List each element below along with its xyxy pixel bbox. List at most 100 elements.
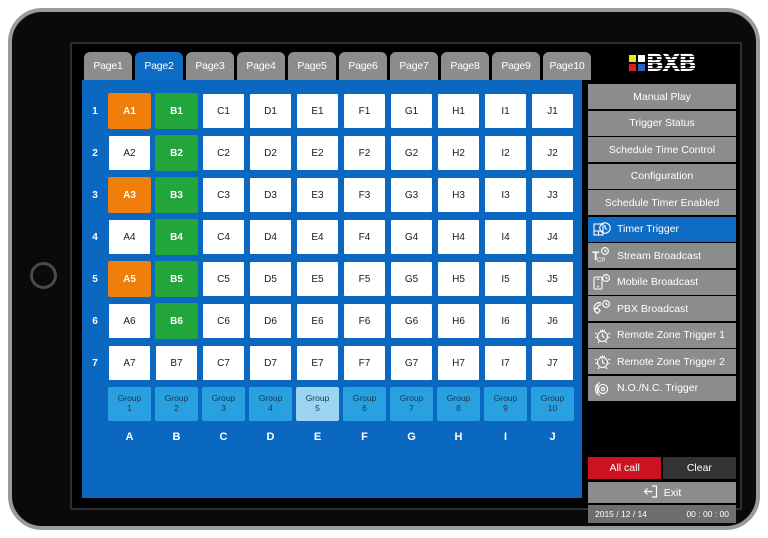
zone-cell-i4[interactable]: I4	[484, 219, 527, 255]
zone-cell-a3[interactable]: A3	[108, 177, 151, 213]
zone-cell-j7[interactable]: J7	[531, 345, 574, 381]
zone-cell-d7[interactable]: D7	[249, 345, 292, 381]
group-button-1[interactable]: Group 1	[108, 387, 151, 421]
zone-cell-f6[interactable]: F6	[343, 303, 386, 339]
zone-cell-j1[interactable]: J1	[531, 93, 574, 129]
menu-item-schedule-time-control[interactable]: Schedule Time Control	[588, 137, 736, 162]
zone-cell-i1[interactable]: I1	[484, 93, 527, 129]
all-call-button[interactable]: All call	[588, 457, 662, 479]
zone-cell-d4[interactable]: D4	[249, 219, 292, 255]
page-tab-10[interactable]: Page10	[543, 52, 591, 80]
zone-cell-h3[interactable]: H3	[437, 177, 480, 213]
page-tab-2[interactable]: Page2	[135, 52, 183, 80]
zone-cell-g1[interactable]: G1	[390, 93, 433, 129]
zone-cell-a6[interactable]: A6	[108, 303, 151, 339]
menu-item-remote-zone-trigger-1[interactable]: Remote Zone Trigger 1	[588, 322, 736, 348]
group-button-9[interactable]: Group 9	[484, 387, 527, 421]
zone-cell-a5[interactable]: A5	[108, 261, 151, 297]
zone-cell-e4[interactable]: E4	[296, 219, 339, 255]
zone-cell-a7[interactable]: A7	[108, 345, 151, 381]
zone-cell-c3[interactable]: C3	[202, 177, 245, 213]
zone-cell-b4[interactable]: B4	[155, 219, 198, 255]
zone-cell-d6[interactable]: D6	[249, 303, 292, 339]
page-tab-9[interactable]: Page9	[492, 52, 540, 80]
zone-cell-c2[interactable]: C2	[202, 135, 245, 171]
page-tab-5[interactable]: Page5	[288, 52, 336, 80]
zone-cell-i7[interactable]: I7	[484, 345, 527, 381]
group-button-6[interactable]: Group 6	[343, 387, 386, 421]
page-tab-6[interactable]: Page6	[339, 52, 387, 80]
zone-cell-i6[interactable]: I6	[484, 303, 527, 339]
zone-cell-c5[interactable]: C5	[202, 261, 245, 297]
zone-cell-h6[interactable]: H6	[437, 303, 480, 339]
menu-item-remote-zone-trigger-2[interactable]: Remote Zone Trigger 2	[588, 349, 736, 374]
clear-button[interactable]: Clear	[662, 457, 736, 479]
zone-cell-g4[interactable]: G4	[390, 219, 433, 255]
menu-item-manual-play[interactable]: Manual Play	[588, 84, 736, 109]
zone-cell-g2[interactable]: G2	[390, 135, 433, 171]
exit-button[interactable]: Exit	[588, 482, 736, 503]
page-tab-4[interactable]: Page4	[237, 52, 285, 80]
group-button-5[interactable]: Group 5	[296, 387, 339, 421]
menu-item-schedule-timer-enabled[interactable]: Schedule Timer Enabled	[588, 190, 736, 215]
page-tab-3[interactable]: Page3	[186, 52, 234, 80]
zone-cell-h5[interactable]: H5	[437, 261, 480, 297]
zone-cell-b1[interactable]: B1	[155, 93, 198, 129]
zone-cell-g6[interactable]: G6	[390, 303, 433, 339]
zone-cell-j5[interactable]: J5	[531, 261, 574, 297]
zone-cell-e2[interactable]: E2	[296, 135, 339, 171]
zone-cell-b7[interactable]: B7	[155, 345, 198, 381]
menu-item-n-o-n-c-trigger[interactable]: N.O./N.C. Trigger	[588, 375, 736, 401]
zone-cell-i3[interactable]: I3	[484, 177, 527, 213]
menu-item-trigger-status[interactable]: Trigger Status	[588, 110, 736, 136]
zone-cell-f5[interactable]: F5	[343, 261, 386, 297]
zone-cell-a2[interactable]: A2	[108, 135, 151, 171]
zone-cell-h1[interactable]: H1	[437, 93, 480, 129]
zone-cell-h2[interactable]: H2	[437, 135, 480, 171]
zone-cell-e3[interactable]: E3	[296, 177, 339, 213]
zone-cell-h4[interactable]: H4	[437, 219, 480, 255]
zone-cell-c6[interactable]: C6	[202, 303, 245, 339]
group-button-7[interactable]: Group 7	[390, 387, 433, 421]
zone-cell-e5[interactable]: E5	[296, 261, 339, 297]
menu-item-pbx-broadcast[interactable]: PBX Broadcast	[588, 296, 736, 321]
zone-cell-d1[interactable]: D1	[249, 93, 292, 129]
zone-cell-c1[interactable]: C1	[202, 93, 245, 129]
zone-cell-b3[interactable]: B3	[155, 177, 198, 213]
home-button[interactable]	[30, 262, 57, 289]
zone-cell-c4[interactable]: C4	[202, 219, 245, 255]
menu-item-stream-broadcast[interactable]: T CP Stream Broadcast	[588, 243, 736, 268]
group-button-10[interactable]: Group 10	[531, 387, 574, 421]
group-button-3[interactable]: Group 3	[202, 387, 245, 421]
zone-cell-b2[interactable]: B2	[155, 135, 198, 171]
zone-cell-f4[interactable]: F4	[343, 219, 386, 255]
zone-cell-b6[interactable]: B6	[155, 303, 198, 339]
zone-cell-g5[interactable]: G5	[390, 261, 433, 297]
zone-cell-j4[interactable]: J4	[531, 219, 574, 255]
group-button-8[interactable]: Group 8	[437, 387, 480, 421]
zone-cell-c7[interactable]: C7	[202, 345, 245, 381]
zone-cell-g7[interactable]: G7	[390, 345, 433, 381]
menu-item-timer-trigger[interactable]: Timer Trigger	[588, 216, 736, 242]
zone-cell-b5[interactable]: B5	[155, 261, 198, 297]
zone-cell-a1[interactable]: A1	[108, 93, 151, 129]
page-tab-7[interactable]: Page7	[390, 52, 438, 80]
zone-cell-e7[interactable]: E7	[296, 345, 339, 381]
zone-cell-j2[interactable]: J2	[531, 135, 574, 171]
zone-cell-d3[interactable]: D3	[249, 177, 292, 213]
page-tab-8[interactable]: Page8	[441, 52, 489, 80]
menu-item-mobile-broadcast[interactable]: Mobile Broadcast	[588, 269, 736, 295]
zone-cell-j6[interactable]: J6	[531, 303, 574, 339]
zone-cell-d5[interactable]: D5	[249, 261, 292, 297]
zone-cell-h7[interactable]: H7	[437, 345, 480, 381]
zone-cell-d2[interactable]: D2	[249, 135, 292, 171]
zone-cell-e1[interactable]: E1	[296, 93, 339, 129]
zone-cell-f7[interactable]: F7	[343, 345, 386, 381]
page-tab-1[interactable]: Page1	[84, 52, 132, 80]
group-button-2[interactable]: Group 2	[155, 387, 198, 421]
zone-cell-f1[interactable]: F1	[343, 93, 386, 129]
zone-cell-a4[interactable]: A4	[108, 219, 151, 255]
zone-cell-j3[interactable]: J3	[531, 177, 574, 213]
menu-item-configuration[interactable]: Configuration	[588, 163, 736, 189]
zone-cell-e6[interactable]: E6	[296, 303, 339, 339]
